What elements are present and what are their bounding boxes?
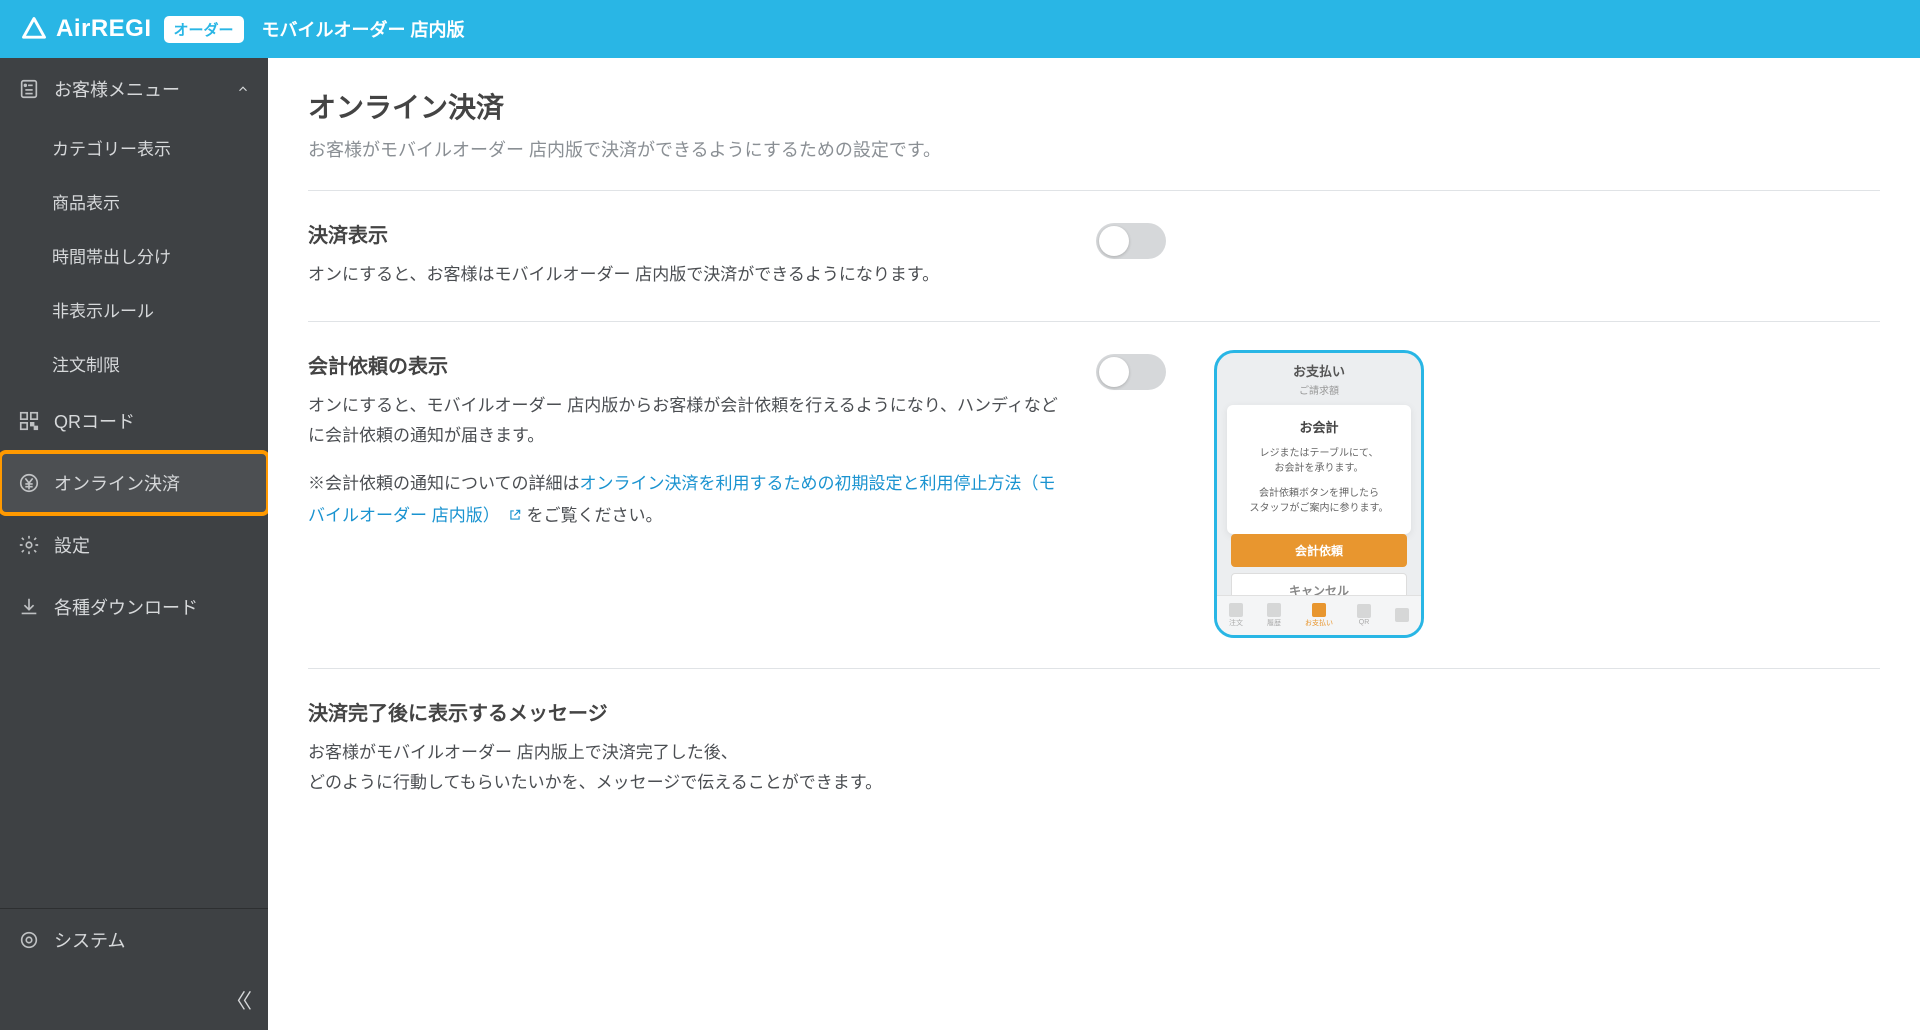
sidebar-collapse-button[interactable]: 〈〈 bbox=[0, 971, 268, 1030]
preview-tab: お支払い bbox=[1305, 603, 1333, 628]
page-description: お客様がモバイルオーダー 店内版で決済ができるようにするための設定です。 bbox=[308, 136, 1880, 162]
phone-preview: お支払い ご請求額 お会計 レジまたはテーブルにて、 お会計を承ります。 会計依… bbox=[1214, 350, 1424, 638]
preview-tab bbox=[1395, 608, 1409, 623]
section-description: オンにすると、お客様はモバイルオーダー 店内版で決済ができるようになります。 bbox=[308, 260, 1068, 291]
sidebar-sub-product[interactable]: 商品表示 bbox=[0, 174, 268, 228]
preview-dialog-line: 会計依頼ボタンを押したら スタッフがご案内に参ります。 bbox=[1237, 486, 1401, 516]
preview-tab: QR bbox=[1357, 604, 1371, 626]
external-link-icon bbox=[508, 508, 522, 522]
qr-icon bbox=[18, 410, 40, 432]
chevron-double-left-icon: 〈〈 bbox=[226, 985, 248, 1014]
preview-primary-button: 会計依頼 bbox=[1231, 534, 1407, 567]
chevron-up-icon bbox=[236, 82, 250, 96]
logo-triangle-icon bbox=[20, 15, 48, 43]
sidebar-item-label: 設定 bbox=[54, 532, 90, 558]
section-checkout-request: 会計依頼の表示 オンにすると、モバイルオーダー 店内版からお客様が会計依頼を行え… bbox=[308, 321, 1880, 668]
brand-name: AirREGI bbox=[56, 15, 152, 43]
sidebar-sub-category[interactable]: カテゴリー表示 bbox=[0, 120, 268, 174]
sidebar-item-label: QRコード bbox=[54, 408, 135, 434]
preview-tab: 注文 bbox=[1229, 603, 1243, 628]
section-description: オンにすると、モバイルオーダー 店内版からお客様が会計依頼を行えるようになり、ハ… bbox=[308, 391, 1068, 452]
sidebar-sub-timeslot[interactable]: 時間帯出し分け bbox=[0, 228, 268, 282]
section-title: 会計依頼の表示 bbox=[308, 350, 1068, 379]
preview-tabbar: 注文 履歴 お支払い QR bbox=[1217, 595, 1421, 635]
download-icon bbox=[18, 596, 40, 618]
preview-dialog: お会計 レジまたはテーブルにて、 お会計を承ります。 会計依頼ボタンを押したら … bbox=[1227, 405, 1411, 534]
preview-subheader: ご請求額 bbox=[1217, 382, 1421, 399]
toggle-checkout-request[interactable] bbox=[1096, 354, 1166, 390]
preview-header: お支払い bbox=[1217, 353, 1421, 382]
preview-dialog-line: レジまたはテーブルにて、 お会計を承ります。 bbox=[1237, 446, 1401, 476]
section-note: ※会計依頼の通知についての詳細はオンライン決済を利用するための初期設定と利用停止… bbox=[308, 468, 1068, 533]
sidebar-item-online-payment[interactable]: オンライン決済 bbox=[0, 452, 268, 514]
sidebar: お客様メニュー カテゴリー表示 商品表示 時間帯出し分け 非表示ルール 注文制限… bbox=[0, 58, 268, 1030]
preview-dialog-title: お会計 bbox=[1237, 417, 1401, 436]
sidebar-item-label: 各種ダウンロード bbox=[54, 594, 198, 620]
page-title: オンライン決済 bbox=[308, 86, 1880, 126]
gear-icon bbox=[18, 534, 40, 556]
customer-menu-icon bbox=[18, 78, 40, 100]
sidebar-item-label: お客様メニュー bbox=[54, 76, 180, 102]
sidebar-item-downloads[interactable]: 各種ダウンロード bbox=[0, 576, 268, 638]
preview-tab: 履歴 bbox=[1267, 603, 1281, 628]
section-payment-display: 決済表示 オンにすると、お客様はモバイルオーダー 店内版で決済ができるようになり… bbox=[308, 190, 1880, 321]
brand-logo: AirREGI オーダー bbox=[20, 15, 244, 43]
section-completion-message: 決済完了後に表示するメッセージ お客様がモバイルオーダー 店内版上で決済完了した… bbox=[308, 668, 1880, 829]
section-description: お客様がモバイルオーダー 店内版上で決済完了した後、 どのように行動してもらいた… bbox=[308, 738, 1068, 799]
app-header: AirREGI オーダー モバイルオーダー 店内版 bbox=[0, 0, 1920, 58]
header-title: モバイルオーダー 店内版 bbox=[262, 16, 465, 42]
sidebar-sub-order-limit[interactable]: 注文制限 bbox=[0, 336, 268, 390]
system-icon bbox=[18, 929, 40, 951]
sidebar-item-settings[interactable]: 設定 bbox=[0, 514, 268, 576]
sidebar-item-label: オンライン決済 bbox=[54, 470, 180, 496]
sidebar-item-system[interactable]: システム bbox=[0, 909, 268, 971]
section-title: 決済表示 bbox=[308, 219, 1068, 248]
section-title: 決済完了後に表示するメッセージ bbox=[308, 697, 1068, 726]
sidebar-item-qr[interactable]: QRコード bbox=[0, 390, 268, 452]
toggle-payment-display[interactable] bbox=[1096, 223, 1166, 259]
sidebar-sub-hidden-rules[interactable]: 非表示ルール bbox=[0, 282, 268, 336]
yen-icon bbox=[18, 472, 40, 494]
sidebar-item-customer-menu[interactable]: お客様メニュー bbox=[0, 58, 268, 120]
sidebar-item-label: システム bbox=[54, 927, 125, 953]
main-content: オンライン決済 お客様がモバイルオーダー 店内版で決済ができるようにするための設… bbox=[268, 58, 1920, 1030]
brand-badge: オーダー bbox=[164, 16, 244, 43]
